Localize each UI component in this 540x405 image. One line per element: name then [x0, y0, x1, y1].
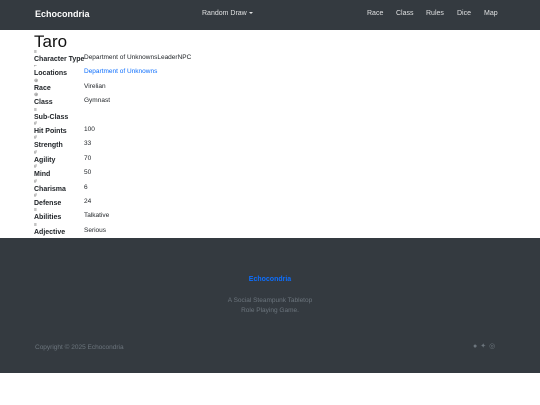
field-label: Hit Points	[34, 128, 67, 135]
field-value: Serious	[84, 226, 107, 234]
field-value: Talkative	[84, 212, 110, 220]
nav-link-race[interactable]: Race	[367, 10, 383, 17]
github-icon[interactable]: ●	[473, 343, 477, 350]
field-value: Department of UnknownsLeaderNPC	[84, 54, 192, 61]
footer-tagline-line2: Role Playing Game.	[241, 306, 299, 314]
caret-down-icon	[248, 12, 253, 15]
footer-copyright: Copyright © 2025 Echocondria	[35, 344, 124, 351]
field-row: ≡ Character Type	[34, 50, 84, 64]
character-name-heading: Taro	[34, 32, 68, 51]
random-draw-label: Random Draw	[202, 10, 247, 17]
field-row: ⊕ Race	[34, 78, 51, 93]
footer-social-icons: ● ✦ ◎	[473, 342, 498, 350]
instagram-icon[interactable]: ◎	[489, 343, 495, 350]
twitter-icon[interactable]: ✦	[480, 343, 486, 350]
page-footer: Echocondria A Social Steampunk Tabletop …	[0, 238, 540, 373]
footer-tagline: A Social Steampunk Tabletop Role Playing…	[0, 296, 540, 315]
field-row: ⊕ Class	[34, 93, 53, 107]
brand-logo-link[interactable]: Echocondria	[35, 9, 90, 19]
field-row: ⌐ Locations	[34, 64, 67, 78]
field-row: # Defense	[34, 194, 61, 208]
field-label: Mind	[34, 171, 51, 179]
field-value: Gymnast	[84, 97, 111, 105]
field-row: # Mind	[34, 165, 50, 179]
field-label: Sub-Class	[34, 113, 69, 121]
field-row: ≡ Abilities	[34, 208, 61, 222]
field-value: Virelian	[84, 82, 106, 90]
field-value: 100	[84, 126, 95, 133]
field-label: Charisma	[34, 185, 66, 193]
field-value: 33	[84, 140, 92, 148]
field-label: Abilities	[34, 214, 62, 222]
field-label: Agility	[34, 156, 56, 164]
field-row: # Hit Points	[34, 122, 67, 136]
field-label: Strength	[34, 142, 63, 150]
footer-brand-link[interactable]: Echocondria	[0, 276, 540, 283]
footer-tagline-line1: A Social Steampunk Tabletop	[227, 297, 313, 304]
nav-link-dice[interactable]: Dice	[457, 10, 471, 17]
field-value: 6	[84, 183, 88, 191]
field-row: # Charisma	[34, 179, 66, 194]
field-label: Adjective	[34, 228, 66, 236]
field-label: Class	[34, 99, 53, 107]
field-row: ≡ Sub-Class	[34, 107, 69, 122]
nav-link-rules[interactable]: Rules	[426, 10, 444, 17]
field-row: ≡ Adjective	[34, 222, 66, 237]
field-value: 24	[84, 198, 92, 205]
field-value[interactable]: Department of Unknowns	[84, 68, 157, 76]
field-value: 50	[84, 169, 92, 177]
field-label: Defense	[34, 200, 62, 207]
field-label: Character Type	[34, 56, 85, 63]
nav-link-map[interactable]: Map	[484, 10, 498, 17]
field-value: 70	[84, 154, 92, 162]
random-draw-dropdown[interactable]: Random Draw	[202, 10, 253, 17]
field-row: # Agility	[34, 150, 56, 165]
field-row: # Strength	[34, 136, 63, 150]
nav-link-class[interactable]: Class	[396, 10, 414, 17]
field-label: Locations	[34, 70, 68, 78]
top-navbar: Echocondria Random Draw Race Class Rules…	[0, 0, 540, 30]
